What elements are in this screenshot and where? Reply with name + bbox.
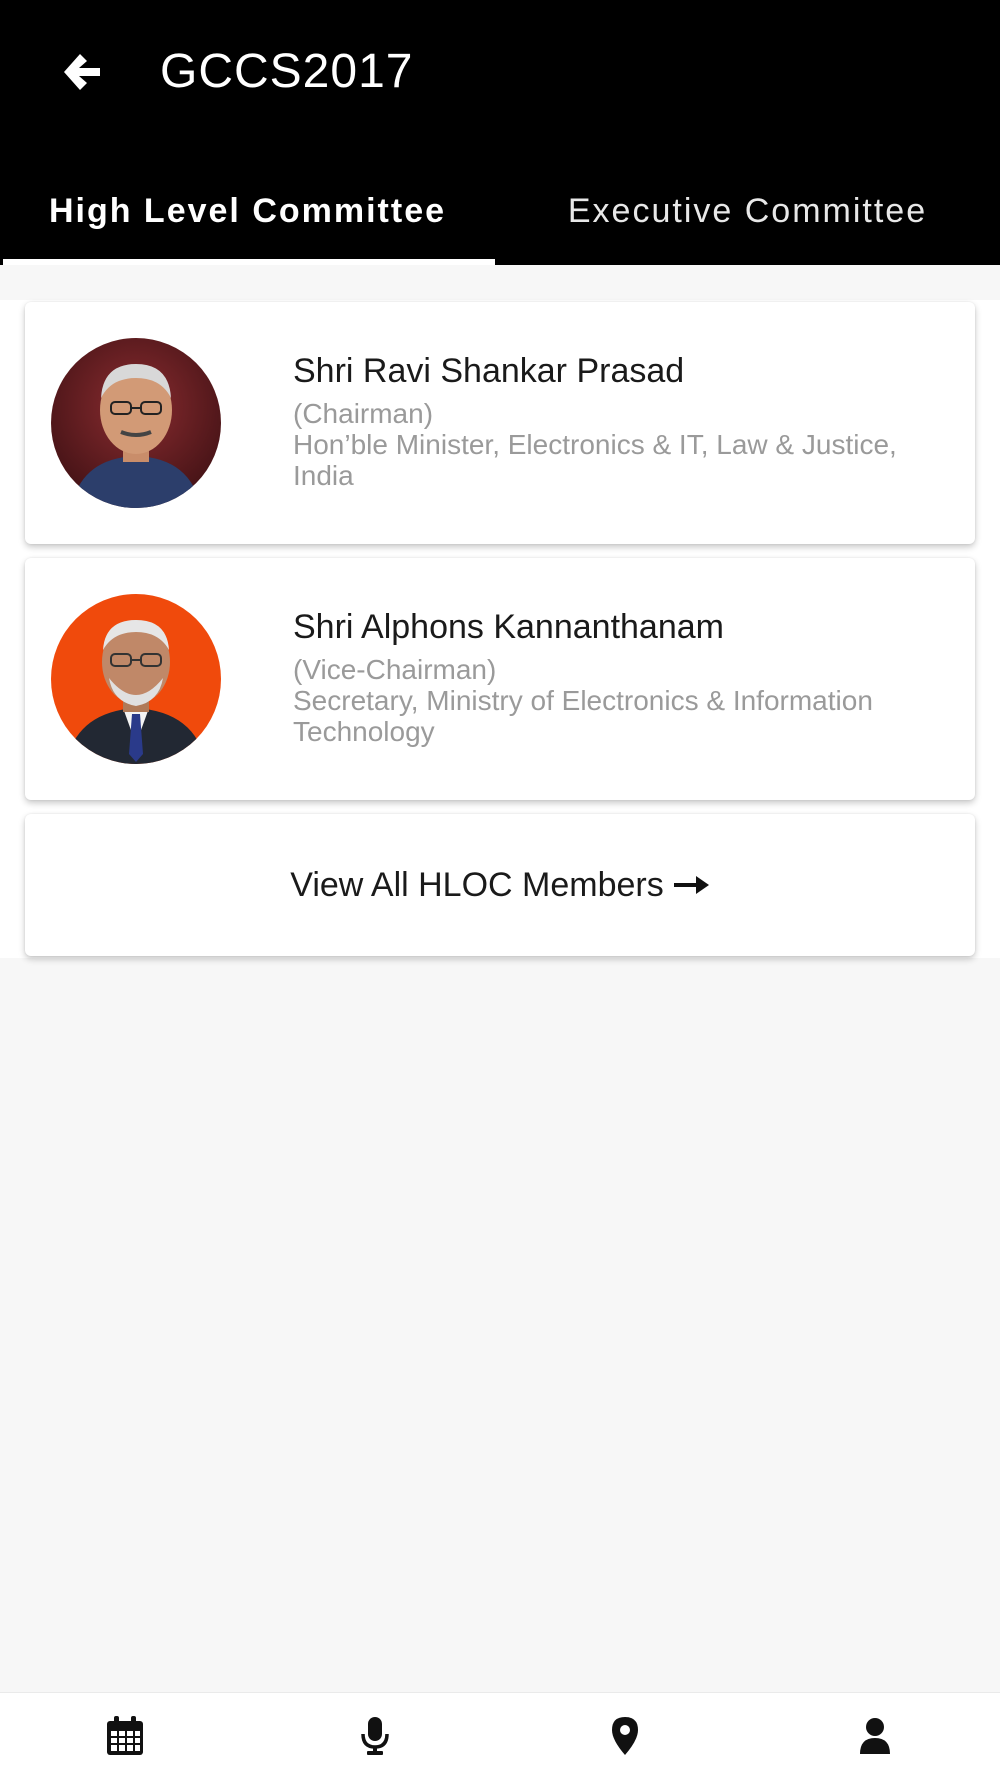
nav-venue[interactable]	[500, 1693, 750, 1778]
nav-agenda[interactable]	[0, 1693, 250, 1778]
app-screen: GCCS2017 High Level Committee Executive …	[0, 0, 1000, 1778]
tab-executive-committee[interactable]: Executive Committee	[495, 160, 1000, 265]
nav-profile[interactable]	[750, 1693, 1000, 1778]
avatar	[51, 338, 221, 508]
member-card-vice-chairman[interactable]: Shri Alphons Kannanthanam (Vice-Chairman…	[25, 558, 975, 800]
member-card-chairman[interactable]: Shri Ravi Shankar Prasad (Chairman) Hon’…	[25, 302, 975, 544]
tab-label: Executive Committee	[567, 192, 928, 230]
member-info: Shri Alphons Kannanthanam (Vice-Chairman…	[293, 606, 935, 747]
tab-high-level-committee[interactable]: High Level Committee	[0, 160, 495, 265]
tab-bar: High Level Committee Executive Committee	[0, 160, 1000, 265]
tab-label: High Level Committee	[48, 192, 447, 230]
map-pin-icon	[612, 1716, 638, 1755]
member-info: Shri Ravi Shankar Prasad (Chairman) Hon’…	[293, 350, 935, 491]
back-button[interactable]	[52, 44, 112, 100]
member-position: Hon’ble Minister, Electronics & IT, Law …	[293, 429, 897, 491]
user-icon	[860, 1717, 890, 1754]
app-bar: GCCS2017 High Level Committee Executive …	[0, 0, 1000, 265]
member-role: (Vice-Chairman)	[293, 654, 497, 685]
member-position: Secretary, Ministry of Electronics & Inf…	[293, 685, 873, 747]
member-name: Shri Ravi Shankar Prasad	[293, 352, 685, 390]
view-all-hloc-members-button[interactable]: View All HLOC Members	[25, 814, 975, 956]
member-role: (Chairman)	[293, 398, 434, 429]
calendar-icon	[107, 1715, 143, 1755]
avatar	[51, 594, 221, 764]
arrow-left-icon	[64, 54, 100, 90]
view-all-label: View All HLOC Members	[290, 865, 664, 904]
arrow-right-icon	[673, 873, 710, 897]
microphone-icon	[361, 1716, 389, 1755]
page-title: GCCS2017	[160, 45, 414, 98]
member-name: Shri Alphons Kannanthanam	[293, 608, 724, 646]
bottom-navigation	[0, 1692, 1000, 1778]
nav-speakers[interactable]	[250, 1693, 500, 1778]
